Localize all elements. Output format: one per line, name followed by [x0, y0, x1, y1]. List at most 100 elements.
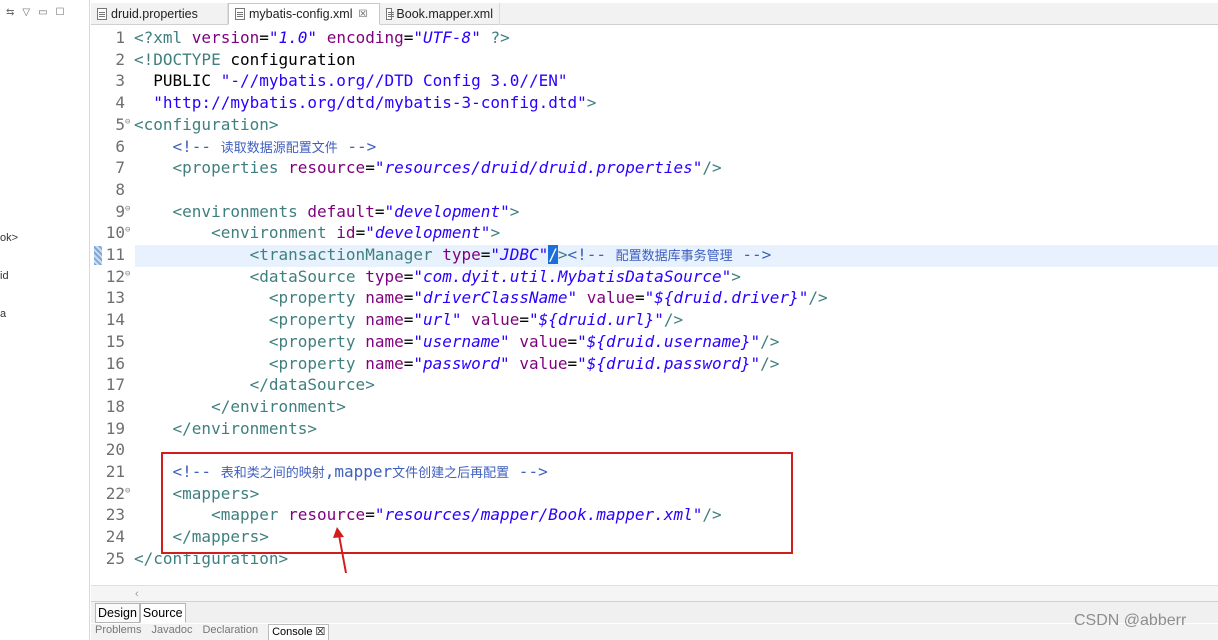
code-line[interactable]: 7 <properties resource="resources/druid/…: [91, 157, 722, 179]
code-token: value: [519, 331, 568, 351]
code-line[interactable]: 2 <!DOCTYPE configuration: [91, 49, 355, 71]
code-token: =: [403, 310, 414, 330]
line-number: 8: [115, 179, 125, 199]
code-token: "${druid.username}": [577, 331, 761, 351]
code-token: default: [307, 201, 375, 221]
code-token: <property: [134, 353, 366, 373]
line-number: 15: [105, 331, 125, 351]
code-token: =: [259, 28, 269, 47]
code-line[interactable]: 3 PUBLIC "-//mybatis.org//DTD Config 3.0…: [91, 70, 567, 92]
horizontal-scrollbar[interactable]: ‹: [91, 585, 1218, 601]
tree-item-fragment[interactable]: ok>: [0, 232, 18, 244]
view-menu-icon[interactable]: ▽: [22, 7, 30, 18]
line-number: 10: [105, 223, 125, 243]
code-token: "url": [413, 310, 462, 330]
fold-toggle-icon[interactable]: ⊖: [125, 483, 134, 499]
code-line[interactable]: 8: [91, 179, 134, 201]
sync-icon[interactable]: ⇆: [6, 7, 14, 18]
code-line[interactable]: 5⊖ <configuration>: [91, 114, 278, 136]
code-line[interactable]: 4 "http://mybatis.org/dtd/mybatis-3-conf…: [91, 92, 596, 114]
code-token: name: [365, 288, 404, 308]
code-token: >: [490, 223, 501, 243]
code-token: "com.dyit.util.MybatisDataSource": [413, 266, 732, 286]
code-line[interactable]: 10⊖ <environment id="development">: [91, 222, 500, 244]
tree-item-fragment[interactable]: a: [0, 308, 6, 320]
code-line[interactable]: 17 </dataSource>: [91, 374, 375, 396]
code-line[interactable]: 14 <property name="url" value="${druid.u…: [91, 309, 683, 331]
code-token: =: [480, 245, 491, 264]
code-token: "${druid.password}": [577, 353, 761, 373]
line-number: 18: [105, 396, 125, 416]
code-line[interactable]: 18 </environment>: [91, 396, 346, 418]
code-token: 配置数据库事务管理: [615, 249, 733, 264]
tab-problems[interactable]: Problems: [95, 624, 141, 640]
xml-file-icon: [235, 8, 245, 20]
line-number: 9: [115, 201, 125, 221]
code-token: =: [403, 288, 414, 308]
code-token: <property: [134, 331, 366, 351]
tab-declaration[interactable]: Declaration: [202, 624, 258, 640]
code-line[interactable]: 1 <?xml version="1.0" encoding="UTF-8" ?>: [91, 27, 509, 49]
tab-design[interactable]: Design: [95, 602, 140, 623]
line-number: 14: [105, 310, 125, 330]
fold-toggle-icon[interactable]: ⊖: [125, 222, 134, 238]
tab-source[interactable]: Source: [139, 602, 186, 623]
code-token: name: [365, 353, 404, 373]
tab-book-mapper-xml[interactable]: Book.mapper.xml: [380, 3, 500, 25]
tab-druid-properties[interactable]: druid.properties: [91, 3, 228, 25]
tab-console[interactable]: Console ☒: [268, 624, 330, 640]
code-token: "http://mybatis.org/dtd/mybatis-3-config…: [134, 93, 587, 113]
tab-mybatis-config-xml[interactable]: mybatis-config.xml ☒: [228, 3, 380, 25]
line-number: 13: [105, 288, 125, 308]
code-token: <?xml: [134, 28, 192, 47]
file-icon: [97, 8, 107, 20]
code-line[interactable]: 15 <property name="username" value="${dr…: [91, 331, 780, 353]
code-line[interactable]: 20: [91, 439, 134, 461]
fold-toggle-icon[interactable]: ⊖: [125, 114, 134, 130]
code-token: <dataSource: [134, 266, 366, 286]
maximize-icon[interactable]: ☐: [56, 7, 65, 18]
code-token: "UTF-8": [413, 28, 481, 47]
package-explorer-toolbar: ⇆ ▽ ▭ ☐: [6, 5, 65, 19]
scroll-left-icon[interactable]: ‹: [135, 586, 139, 602]
code-token: "username": [413, 331, 510, 351]
line-number: 20: [105, 440, 125, 460]
line-number: 16: [105, 353, 125, 373]
code-line[interactable]: 19 </environments>: [91, 418, 317, 440]
fold-toggle-icon[interactable]: ⊖: [125, 266, 134, 282]
code-token: 读取数据源配置文件: [220, 140, 338, 156]
code-line[interactable]: 13 <property name="driverClassName" valu…: [91, 287, 828, 309]
line-number: 21: [105, 462, 125, 481]
close-icon[interactable]: ☒: [359, 9, 368, 20]
code-token: "-//mybatis.org//DTD Config 3.0//EN": [220, 71, 568, 91]
code-token: "development": [365, 223, 491, 243]
code-token: "JDBC": [490, 245, 549, 264]
code-token: "resources/druid/druid.properties": [374, 158, 703, 178]
line-number: 11: [105, 245, 125, 264]
bottom-views-bar: Problems Javadoc Declaration Console ☒: [91, 624, 1218, 640]
code-token: />: [808, 288, 828, 308]
code-token: <property: [134, 288, 366, 308]
line-number: 5: [115, 114, 125, 134]
code-token: />: [702, 158, 722, 178]
code-line[interactable]: 11 <transactionManager type="JDBC"/><!--…: [91, 244, 771, 266]
line-number: 3: [115, 71, 125, 91]
code-line[interactable]: 16 <property name="password" value="${dr…: [91, 353, 780, 375]
code-token: -->: [732, 245, 772, 264]
code-line[interactable]: 9⊖ <environments default="development">: [91, 201, 519, 223]
code-token: PUBLIC: [134, 71, 221, 91]
tree-item-fragment[interactable]: id: [0, 270, 9, 282]
code-token: resource: [288, 158, 366, 178]
line-number: 6: [115, 136, 125, 156]
red-arrow-icon: [333, 527, 347, 574]
line-number: 23: [105, 505, 125, 525]
line-number: 25: [105, 548, 125, 568]
code-line[interactable]: 6 <!-- 读取数据源配置文件 -->: [91, 136, 376, 158]
minimize-icon[interactable]: ▭: [38, 7, 47, 18]
fold-toggle-icon[interactable]: ⊖: [125, 201, 134, 217]
tab-javadoc[interactable]: Javadoc: [151, 624, 192, 640]
code-line[interactable]: 12⊖ <dataSource type="com.dyit.util.Myba…: [91, 266, 741, 288]
line-number: 4: [115, 93, 125, 113]
